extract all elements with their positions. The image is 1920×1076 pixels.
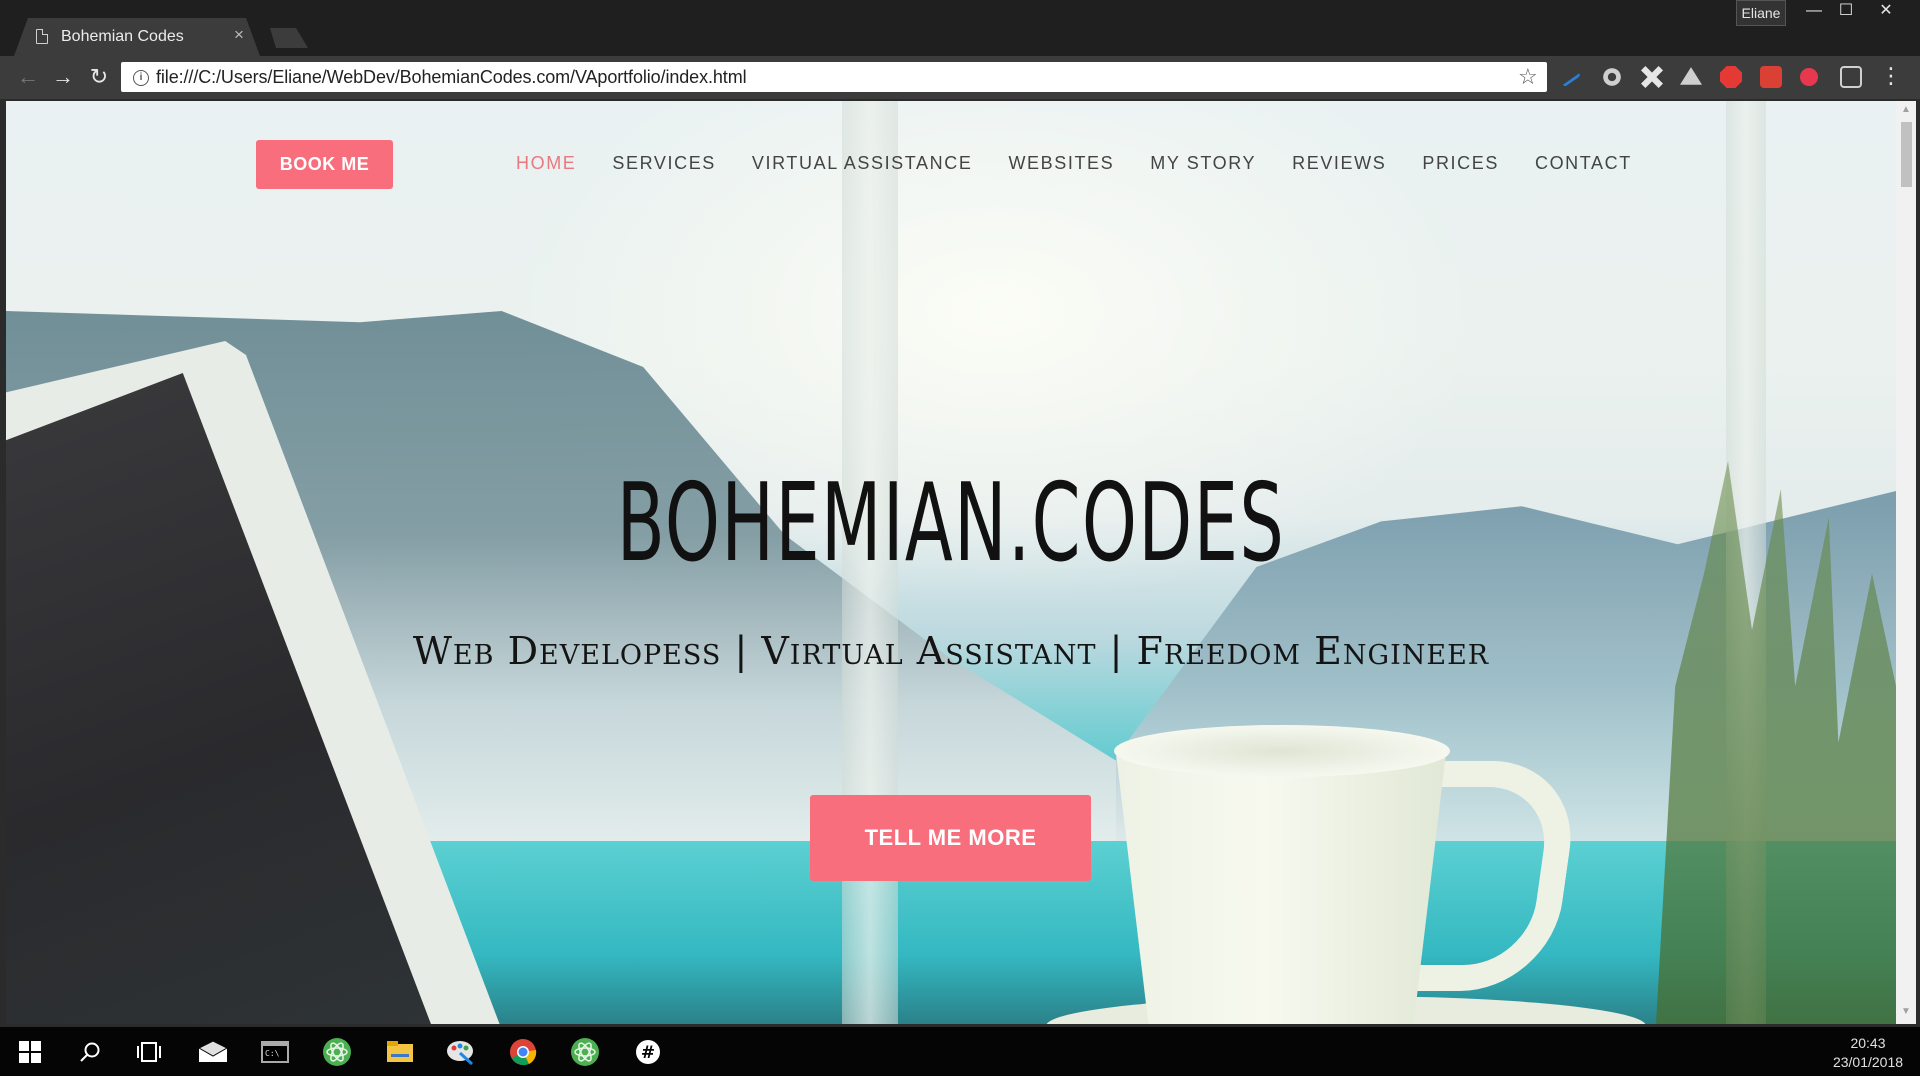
gear-extension-icon[interactable]: [1601, 66, 1623, 88]
nav-item-services[interactable]: SERVICES: [612, 153, 716, 174]
tab-title: Bohemian Codes: [61, 28, 184, 45]
url-text[interactable]: file:///C:/Users/Eliane/WebDev/BohemianC…: [156, 67, 747, 88]
forward-arrow-icon[interactable]: →: [49, 64, 77, 92]
nav-item-contact[interactable]: CONTACT: [1535, 153, 1632, 174]
system-clock[interactable]: 20:43 23/01/2018: [1820, 1034, 1916, 1072]
maximize-button[interactable]: ☐: [1830, 0, 1862, 24]
page-scrollbar[interactable]: [1896, 101, 1916, 1024]
tab-close-icon[interactable]: ×: [234, 26, 244, 44]
hero-title: BOHEMIAN.CODES: [616, 461, 1286, 586]
minimize-button[interactable]: —: [1798, 0, 1830, 24]
atom-icon[interactable]: [322, 1037, 352, 1067]
todoist-extension-icon[interactable]: [1760, 66, 1782, 88]
scroll-up-arrow-icon[interactable]: ▲: [1899, 104, 1913, 118]
browser-window: Bohemian Codes × Eliane — ☐ ✕ ← → ↻ i fi…: [0, 0, 1920, 1027]
bookmark-star-icon[interactable]: ☆: [1518, 64, 1538, 90]
browser-menu-icon[interactable]: ⋮: [1880, 64, 1902, 88]
reload-icon[interactable]: ↻: [85, 64, 113, 92]
clock-date: 23/01/2018: [1832, 1054, 1904, 1070]
paint-icon[interactable]: [446, 1037, 476, 1067]
nav-item-my-story[interactable]: MY STORY: [1150, 153, 1256, 174]
page-viewport: BOOK ME HOME SERVICES VIRTUAL ASSISTANCE…: [6, 101, 1896, 1024]
t-extension-icon[interactable]: [1800, 68, 1818, 86]
search-icon[interactable]: [75, 1037, 105, 1067]
book-me-button[interactable]: BOOK ME: [256, 140, 393, 189]
file-explorer-icon[interactable]: [385, 1037, 415, 1067]
nav-item-prices[interactable]: PRICES: [1422, 153, 1499, 174]
nav-item-home[interactable]: HOME: [516, 153, 576, 174]
profile-button[interactable]: Eliane: [1736, 0, 1786, 26]
nav-item-reviews[interactable]: REVIEWS: [1292, 153, 1386, 174]
background-cup-rim: [1114, 725, 1450, 777]
nav-item-virtual-assistance[interactable]: VIRTUAL ASSISTANCE: [752, 153, 973, 174]
info-icon[interactable]: i: [133, 70, 149, 86]
scroll-down-arrow-icon[interactable]: ▼: [1899, 1006, 1913, 1020]
document-icon: [36, 29, 48, 44]
mail-icon[interactable]: [198, 1037, 228, 1067]
close-window-button[interactable]: ✕: [1870, 0, 1902, 24]
terminal-icon[interactable]: C:\: [260, 1037, 290, 1067]
clock-time: 20:43: [1850, 1035, 1886, 1051]
task-view-icon[interactable]: [134, 1037, 164, 1067]
screenshot-extension-icon[interactable]: [1840, 66, 1862, 88]
nav-item-websites[interactable]: WEBSITES: [1008, 153, 1114, 174]
adblock-extension-icon[interactable]: [1720, 66, 1742, 88]
atom-icon[interactable]: [570, 1037, 600, 1067]
windows-start-icon[interactable]: [15, 1037, 45, 1067]
back-arrow-icon[interactable]: ←: [14, 64, 42, 92]
scrollbar-thumb[interactable]: [1901, 122, 1912, 187]
slack-icon[interactable]: #: [633, 1037, 663, 1067]
svg-text:C:\: C:\: [265, 1049, 280, 1058]
tell-me-more-button[interactable]: TELL ME MORE: [810, 795, 1091, 881]
chrome-icon[interactable]: [508, 1037, 538, 1067]
hero-subtitle: Web Developess | Virtual Assistant | Fre…: [412, 629, 1490, 673]
main-nav: HOME SERVICES VIRTUAL ASSISTANCE WEBSITE…: [516, 153, 1668, 174]
svg-text:#: #: [641, 1043, 655, 1063]
